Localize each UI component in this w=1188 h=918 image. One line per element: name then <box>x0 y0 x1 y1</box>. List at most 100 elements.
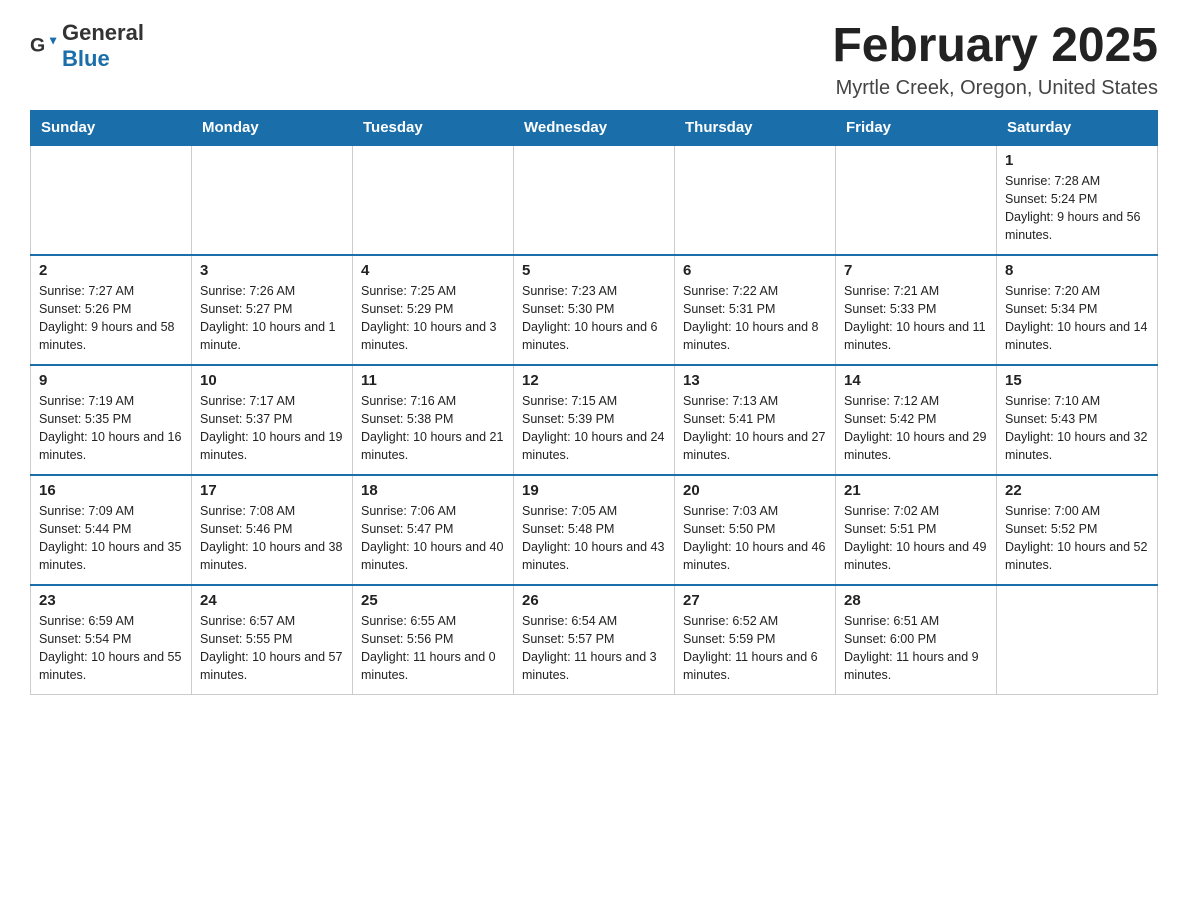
day-number: 18 <box>361 482 505 499</box>
header-thursday: Thursday <box>675 110 836 145</box>
day-number: 6 <box>683 262 827 279</box>
calendar-cell-3-2: 18 Sunrise: 7:06 AMSunset: 5:47 PMDayligh… <box>353 475 514 585</box>
day-number: 25 <box>361 592 505 609</box>
week-row-4: 16 Sunrise: 7:09 AMSunset: 5:44 PMDayligh… <box>31 475 1158 585</box>
day-number: 27 <box>683 592 827 609</box>
calendar-cell-3-1: 17 Sunrise: 7:08 AMSunset: 5:46 PMDayligh… <box>192 475 353 585</box>
calendar-cell-4-0: 23 Sunrise: 6:59 AMSunset: 5:54 PMDayligh… <box>31 585 192 695</box>
calendar-cell-2-3: 12Sunrise: 7:15 AMSunset: 5:39 PMDayligh… <box>514 365 675 475</box>
day-info: Sunrise: 7:02 AMSunset: 5:51 PMDaylight:… <box>844 502 988 575</box>
calendar-cell-0-1 <box>192 145 353 255</box>
svg-text:G: G <box>30 35 45 57</box>
day-info: Sunrise: 6:52 AMSunset: 5:59 PMDaylight:… <box>683 612 827 685</box>
calendar-cell-3-6: 22 Sunrise: 7:00 AMSunset: 5:52 PMDayligh… <box>997 475 1158 585</box>
location-subtitle: Myrtle Creek, Oregon, United States <box>832 77 1158 100</box>
day-info: Sunrise: 7:25 AMSunset: 5:29 PMDaylight:… <box>361 282 505 355</box>
day-number: 9 <box>39 372 183 389</box>
day-info: Sunrise: 7:15 AMSunset: 5:39 PMDaylight:… <box>522 392 666 465</box>
day-number: 23 <box>39 592 183 609</box>
week-row-3: 9Sunrise: 7:19 AMSunset: 5:35 PMDaylight… <box>31 365 1158 475</box>
day-number: 17 <box>200 482 344 499</box>
calendar-cell-2-4: 13 Sunrise: 7:13 AMSunset: 5:41 PMDayligh… <box>675 365 836 475</box>
day-number: 22 <box>1005 482 1149 499</box>
header-sunday: Sunday <box>31 110 192 145</box>
calendar-cell-1-0: 2 Sunrise: 7:27 AMSunset: 5:26 PMDaylight… <box>31 255 192 365</box>
header-monday: Monday <box>192 110 353 145</box>
week-row-1: 1 Sunrise: 7:28 AMSunset: 5:24 PMDaylight… <box>31 145 1158 255</box>
day-info: Sunrise: 7:06 AMSunset: 5:47 PMDaylight:… <box>361 502 505 575</box>
day-info: Sunrise: 7:08 AMSunset: 5:46 PMDaylight:… <box>200 502 344 575</box>
calendar-cell-2-0: 9Sunrise: 7:19 AMSunset: 5:35 PMDaylight… <box>31 365 192 475</box>
calendar-cell-4-6 <box>997 585 1158 695</box>
header-friday: Friday <box>836 110 997 145</box>
calendar-cell-0-2 <box>353 145 514 255</box>
calendar-cell-4-4: 27 Sunrise: 6:52 AMSunset: 5:59 PMDayligh… <box>675 585 836 695</box>
day-info: Sunrise: 7:16 AMSunset: 5:38 PMDaylight:… <box>361 392 505 465</box>
calendar-cell-2-6: 15Sunrise: 7:10 AMSunset: 5:43 PMDayligh… <box>997 365 1158 475</box>
day-number: 10 <box>200 372 344 389</box>
logo-general-text: General <box>62 20 144 45</box>
calendar-cell-4-1: 24Sunrise: 6:57 AMSunset: 5:55 PMDayligh… <box>192 585 353 695</box>
calendar-cell-0-5 <box>836 145 997 255</box>
day-number: 3 <box>200 262 344 279</box>
day-info: Sunrise: 7:12 AMSunset: 5:42 PMDaylight:… <box>844 392 988 465</box>
calendar-cell-0-3 <box>514 145 675 255</box>
day-info: Sunrise: 7:26 AMSunset: 5:27 PMDaylight:… <box>200 282 344 355</box>
calendar-cell-3-3: 19 Sunrise: 7:05 AMSunset: 5:48 PMDayligh… <box>514 475 675 585</box>
day-info: Sunrise: 6:55 AMSunset: 5:56 PMDaylight:… <box>361 612 505 685</box>
calendar-cell-1-2: 4 Sunrise: 7:25 AMSunset: 5:29 PMDaylight… <box>353 255 514 365</box>
calendar-cell-1-1: 3 Sunrise: 7:26 AMSunset: 5:27 PMDaylight… <box>192 255 353 365</box>
day-number: 20 <box>683 482 827 499</box>
day-number: 14 <box>844 372 988 389</box>
month-title: February 2025 <box>832 20 1158 73</box>
logo-blue-text: Blue <box>62 46 110 71</box>
calendar-cell-4-2: 25 Sunrise: 6:55 AMSunset: 5:56 PMDayligh… <box>353 585 514 695</box>
calendar-cell-4-5: 28 Sunrise: 6:51 AMSunset: 6:00 PMDayligh… <box>836 585 997 695</box>
calendar-cell-1-6: 8 Sunrise: 7:20 AMSunset: 5:34 PMDaylight… <box>997 255 1158 365</box>
day-number: 24 <box>200 592 344 609</box>
logo-icon: G <box>30 32 58 60</box>
calendar-cell-3-0: 16 Sunrise: 7:09 AMSunset: 5:44 PMDayligh… <box>31 475 192 585</box>
calendar-cell-0-0 <box>31 145 192 255</box>
title-block: February 2025 Myrtle Creek, Oregon, Unit… <box>832 20 1158 100</box>
calendar-cell-2-5: 14 Sunrise: 7:12 AMSunset: 5:42 PMDayligh… <box>836 365 997 475</box>
day-info: Sunrise: 7:09 AMSunset: 5:44 PMDaylight:… <box>39 502 183 575</box>
calendar-cell-2-1: 10Sunrise: 7:17 AMSunset: 5:37 PMDayligh… <box>192 365 353 475</box>
day-info: Sunrise: 7:20 AMSunset: 5:34 PMDaylight:… <box>1005 282 1149 355</box>
day-info: Sunrise: 7:13 AMSunset: 5:41 PMDaylight:… <box>683 392 827 465</box>
day-number: 28 <box>844 592 988 609</box>
day-number: 7 <box>844 262 988 279</box>
day-number: 16 <box>39 482 183 499</box>
day-number: 4 <box>361 262 505 279</box>
day-info: Sunrise: 6:54 AMSunset: 5:57 PMDaylight:… <box>522 612 666 685</box>
calendar-cell-2-2: 11 Sunrise: 7:16 AMSunset: 5:38 PMDayligh… <box>353 365 514 475</box>
page-header: G General Blue February 2025 Myrtle Cree… <box>30 20 1158 100</box>
day-info: Sunrise: 6:59 AMSunset: 5:54 PMDaylight:… <box>39 612 183 685</box>
calendar-cell-0-6: 1 Sunrise: 7:28 AMSunset: 5:24 PMDaylight… <box>997 145 1158 255</box>
day-number: 26 <box>522 592 666 609</box>
day-info: Sunrise: 7:22 AMSunset: 5:31 PMDaylight:… <box>683 282 827 355</box>
calendar-cell-3-5: 21 Sunrise: 7:02 AMSunset: 5:51 PMDayligh… <box>836 475 997 585</box>
day-info: Sunrise: 7:05 AMSunset: 5:48 PMDaylight:… <box>522 502 666 575</box>
day-info: Sunrise: 7:28 AMSunset: 5:24 PMDaylight:… <box>1005 172 1149 245</box>
logo: G General Blue <box>30 20 144 72</box>
day-number: 15 <box>1005 372 1149 389</box>
calendar-cell-1-5: 7Sunrise: 7:21 AMSunset: 5:33 PMDaylight… <box>836 255 997 365</box>
day-number: 2 <box>39 262 183 279</box>
day-number: 1 <box>1005 152 1149 169</box>
calendar-cell-0-4 <box>675 145 836 255</box>
calendar-cell-4-3: 26 Sunrise: 6:54 AMSunset: 5:57 PMDayligh… <box>514 585 675 695</box>
calendar-cell-1-4: 6 Sunrise: 7:22 AMSunset: 5:31 PMDaylight… <box>675 255 836 365</box>
day-info: Sunrise: 7:27 AMSunset: 5:26 PMDaylight:… <box>39 282 183 355</box>
day-info: Sunrise: 6:51 AMSunset: 6:00 PMDaylight:… <box>844 612 988 685</box>
day-number: 11 <box>361 372 505 389</box>
weekday-header-row: Sunday Monday Tuesday Wednesday Thursday… <box>31 110 1158 145</box>
day-info: Sunrise: 7:03 AMSunset: 5:50 PMDaylight:… <box>683 502 827 575</box>
week-row-5: 23 Sunrise: 6:59 AMSunset: 5:54 PMDayligh… <box>31 585 1158 695</box>
day-number: 13 <box>683 372 827 389</box>
day-number: 19 <box>522 482 666 499</box>
day-number: 21 <box>844 482 988 499</box>
day-number: 8 <box>1005 262 1149 279</box>
day-info: Sunrise: 7:00 AMSunset: 5:52 PMDaylight:… <box>1005 502 1149 575</box>
calendar-table: Sunday Monday Tuesday Wednesday Thursday… <box>30 110 1158 696</box>
